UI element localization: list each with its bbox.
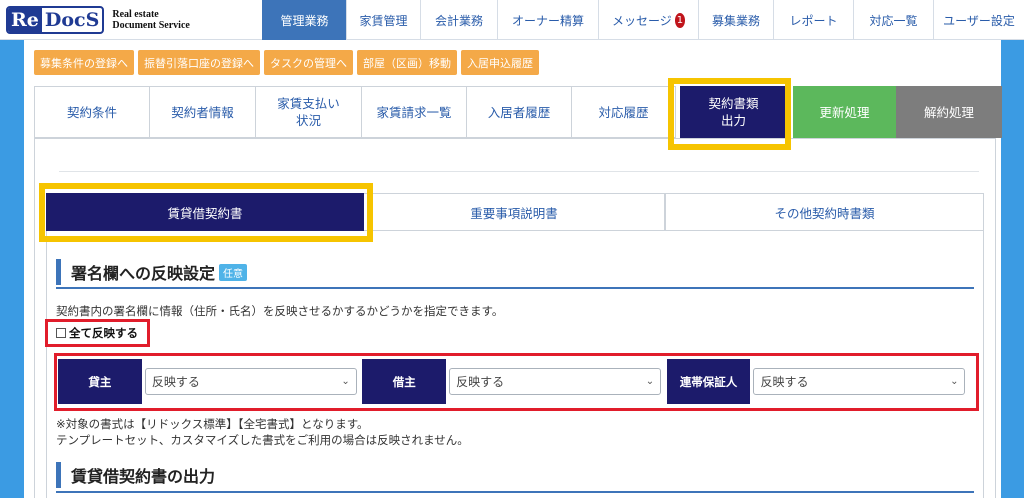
- top-nav: 管理業務 家賃管理 会計業務 オーナー精算 メッセージ 1 募集業務 レポート …: [262, 0, 1024, 40]
- right-edge-strip: [1001, 40, 1024, 498]
- nav-boshu[interactable]: 募集業務: [698, 0, 773, 40]
- task-management-button[interactable]: タスクの管理へ: [264, 50, 353, 75]
- tab-rent-invoices[interactable]: 家賃請求一覧: [361, 86, 466, 138]
- tab-renewal[interactable]: 更新処理: [793, 86, 896, 138]
- tab-contract-conditions[interactable]: 契約条件: [34, 86, 149, 138]
- optional-tag: 任意: [219, 263, 248, 281]
- tab-rent-payment-line1: 家賃支払い: [277, 96, 340, 111]
- logo-subtitle: Real estate Document Service: [112, 9, 189, 31]
- highlight-signer-row: [54, 353, 979, 411]
- nav-kanri[interactable]: 管理業務: [262, 0, 346, 40]
- heading-accent-bar: [56, 462, 61, 488]
- nav-owner[interactable]: オーナー精算: [497, 0, 598, 40]
- lease-output-heading: 賃貸借契約書の出力: [56, 460, 215, 490]
- message-count-badge: 1: [674, 12, 685, 28]
- template-note: テンプレートセット、カスタマイズした書式をご利用の場合は反映されません。: [56, 433, 469, 447]
- nav-kaikei[interactable]: 会計業務: [420, 0, 497, 40]
- target-format-note: ※対象の書式は【リドックス標準】【全宅書式】となります。: [56, 417, 369, 431]
- nav-message-label: メッセージ: [612, 13, 672, 28]
- main-tabs: 契約条件 契約者情報 家賃支払い 状況 家賃請求一覧 入居者履歴 対応履歴 契約…: [34, 86, 1002, 138]
- logo-subtitle-line2: Document Service: [112, 20, 190, 31]
- tab-correspondence-history[interactable]: 対応履歴: [571, 86, 676, 138]
- section-underline: [56, 287, 974, 289]
- logo-subtitle-line1: Real estate: [112, 9, 159, 20]
- left-edge-strip: [0, 40, 24, 498]
- transfer-account-button[interactable]: 振替引落口座の登録へ: [138, 50, 260, 75]
- header: Re DocS Real estate Document Service 管理業…: [0, 0, 1024, 40]
- tab-cancellation[interactable]: 解約処理: [896, 86, 1002, 138]
- nav-message[interactable]: メッセージ 1: [598, 0, 698, 40]
- section-title: 署名欄への反映設定: [71, 264, 216, 283]
- logo-docs: DocS: [44, 9, 100, 31]
- panel-divider: [59, 171, 979, 172]
- tab-rent-payment-line2: 状況: [295, 113, 321, 128]
- subtab-important-matters[interactable]: 重要事項説明書: [364, 193, 665, 231]
- room-move-button[interactable]: 部屋（区画）移動: [357, 50, 457, 75]
- tab-resident-history[interactable]: 入居者履歴: [466, 86, 571, 138]
- shortcut-buttons: 募集条件の登録へ 振替引落口座の登録へ タスクの管理へ 部屋（区画）移動 入居申…: [34, 50, 539, 75]
- tab-rent-payment-status[interactable]: 家賃支払い 状況: [255, 86, 361, 138]
- signature-settings-heading: 署名欄への反映設定 任意: [56, 257, 248, 287]
- highlight-reflect-all: [45, 319, 150, 347]
- heading-accent-bar: [56, 259, 61, 285]
- section-title: 賃貸借契約書の出力: [71, 467, 216, 486]
- application-history-button[interactable]: 入居申込履歴: [461, 50, 539, 75]
- nav-user-settings[interactable]: ユーザー設定: [933, 0, 1024, 40]
- highlight-contract-docs-tab: [668, 78, 791, 150]
- highlight-lease-subtab: [39, 183, 373, 242]
- logo-re: Re: [8, 8, 42, 32]
- subtab-other-documents[interactable]: その他契約時書類: [665, 193, 984, 231]
- nav-report[interactable]: レポート: [773, 0, 853, 40]
- signature-description: 契約書内の署名欄に情報（住所・氏名）を反映させるかするかどうかを指定できます。: [56, 304, 504, 318]
- tab-contractor-info[interactable]: 契約者情報: [149, 86, 255, 138]
- nav-taiou[interactable]: 対応一覧: [853, 0, 933, 40]
- nav-yachin[interactable]: 家賃管理: [346, 0, 420, 40]
- section-underline: [56, 491, 974, 493]
- logo-mark: Re DocS: [6, 6, 105, 34]
- recruitment-conditions-button[interactable]: 募集条件の登録へ: [34, 50, 134, 75]
- redocs-logo[interactable]: Re DocS Real estate Document Service: [6, 4, 190, 36]
